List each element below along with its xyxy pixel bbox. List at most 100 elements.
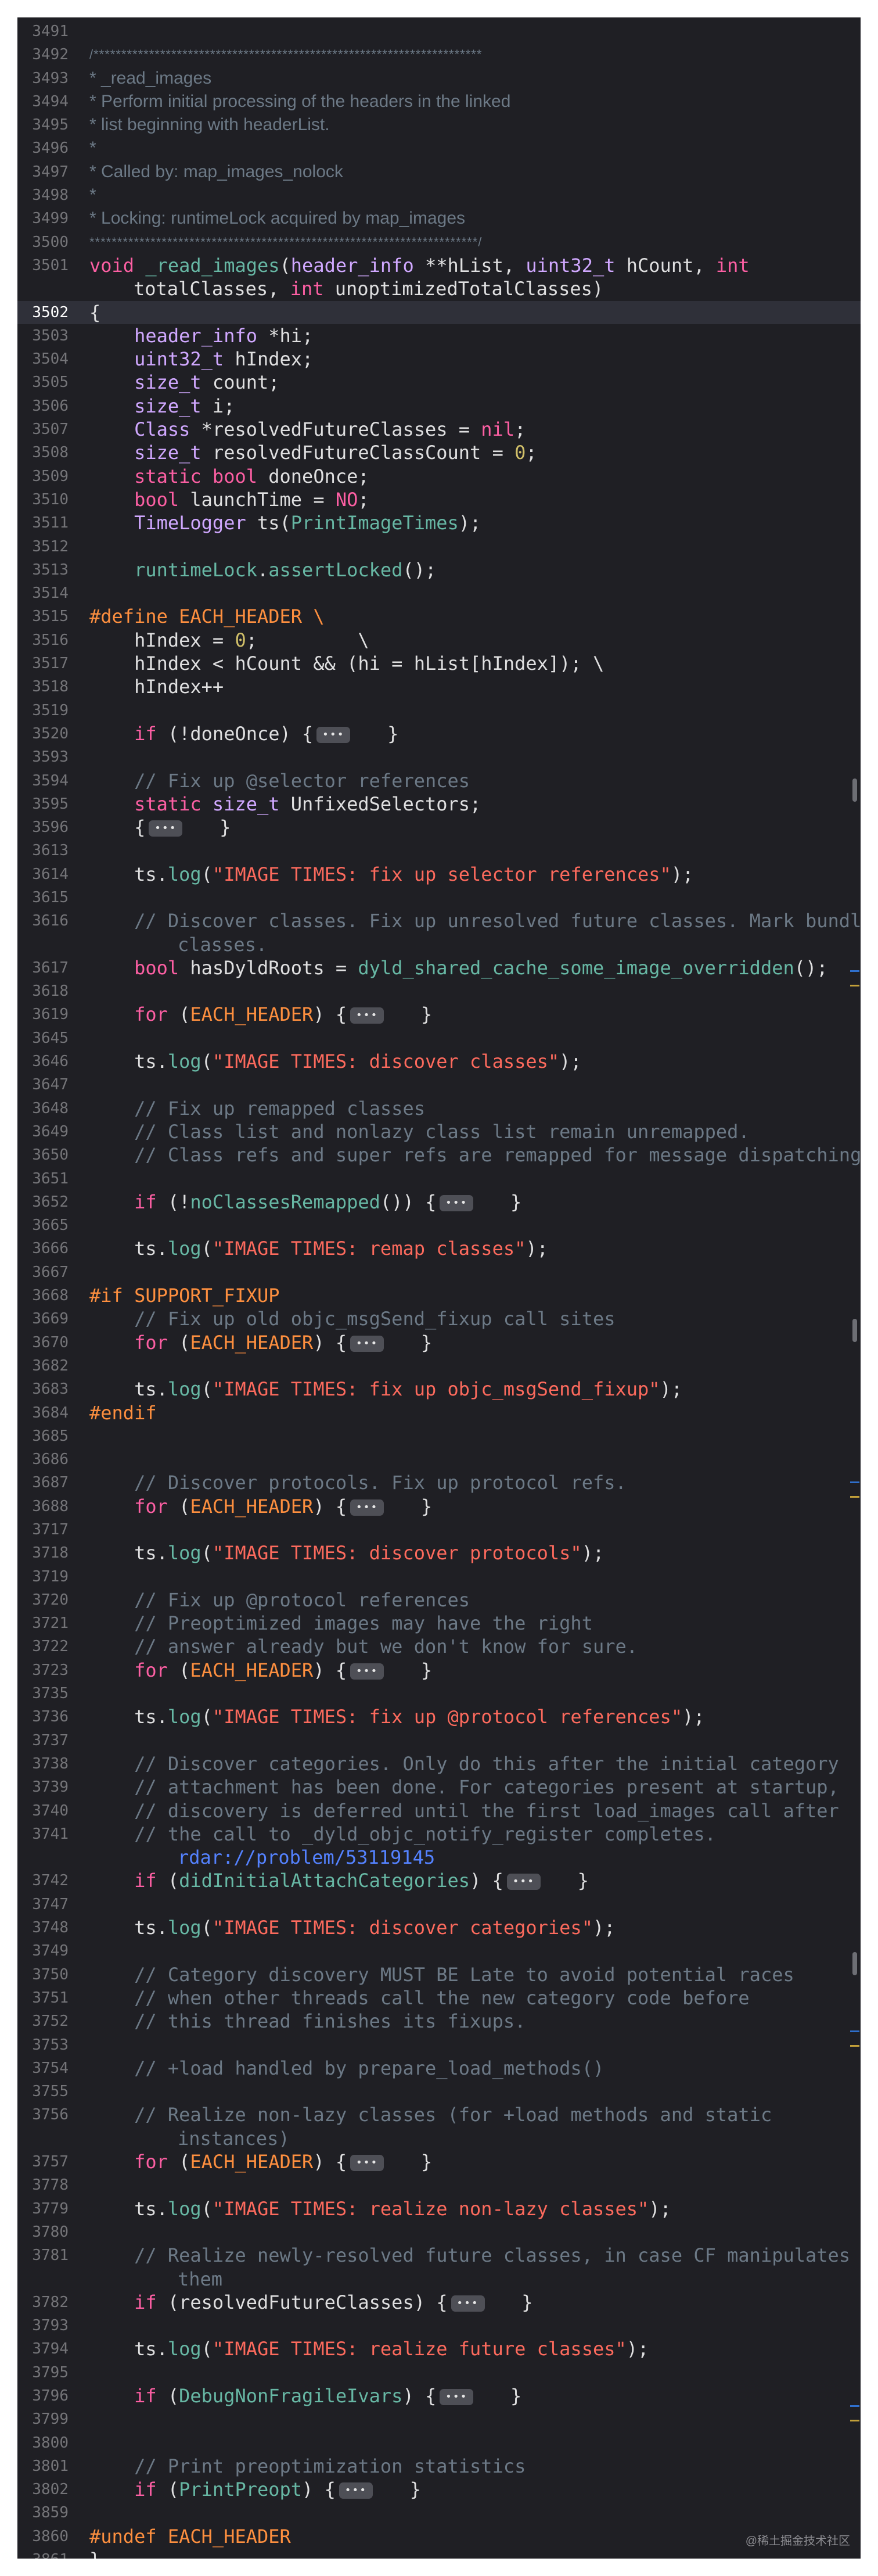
code-line[interactable]: 3719: [17, 1565, 861, 1588]
code-line[interactable]: 3619 for (EACH_HEADER) {••• }: [17, 1003, 861, 1026]
code-fold-button[interactable]: •••: [350, 2155, 384, 2172]
code-line[interactable]: 3494 * Perform initial processing of the …: [17, 90, 861, 113]
code-line[interactable]: 3741 // the call to _dyld_objc_notify_re…: [17, 1822, 861, 1846]
code-line[interactable]: 3752 // this thread finishes its fixups.: [17, 2010, 861, 2033]
code-line[interactable]: 3503 header_info *hi;: [17, 324, 861, 347]
code-fold-button[interactable]: •••: [440, 2388, 474, 2405]
code-line[interactable]: 3721 // Preoptimized images may have the…: [17, 1612, 861, 1635]
code-line[interactable]: 3740 // discovery is deferred until the …: [17, 1799, 861, 1822]
code-line[interactable]: classes.: [17, 933, 861, 956]
code-line[interactable]: 3499 * Locking: runtimeLock acquired by m…: [17, 207, 861, 230]
code-line[interactable]: 3509 static bool doneOnce;: [17, 465, 861, 488]
code-line[interactable]: 3616 // Discover classes. Fix up unresol…: [17, 909, 861, 932]
code-line[interactable]: 3517 hIndex < hCount && (hi = hList[hInd…: [17, 652, 861, 675]
code-line[interactable]: instances): [17, 2127, 861, 2150]
code-line[interactable]: 3751 // when other threads call the new …: [17, 1986, 861, 2010]
code-line[interactable]: rdar://problem/53119145: [17, 1846, 861, 1869]
code-line[interactable]: 3512: [17, 535, 861, 558]
code-line[interactable]: 3652 if (!noClassesRemapped()) {••• }: [17, 1190, 861, 1214]
code-line[interactable]: 3502 {: [17, 300, 861, 324]
code-line[interactable]: 3738 // Discover categories. Only do thi…: [17, 1752, 861, 1775]
code-line[interactable]: 3617 bool hasDyldRoots = dyld_shared_cac…: [17, 956, 861, 980]
code-line[interactable]: 3737: [17, 1729, 861, 1752]
code-fold-button[interactable]: •••: [440, 1194, 474, 1211]
code-line[interactable]: 3781 // Realize newly-resolved future cl…: [17, 2244, 861, 2267]
code-line[interactable]: 3665: [17, 1214, 861, 1237]
code-line[interactable]: 3511 TimeLogger ts(PrintImageTimes);: [17, 511, 861, 534]
code-line[interactable]: 3667: [17, 1261, 861, 1284]
code-line[interactable]: 3739 // attachment has been done. For ca…: [17, 1775, 861, 1799]
code-line[interactable]: 3669 // Fix up old objc_msgSend_fixup ca…: [17, 1307, 861, 1330]
code-line[interactable]: them: [17, 2268, 861, 2291]
code-line[interactable]: 3506 size_t i;: [17, 394, 861, 418]
code-line[interactable]: 3782 if (resolvedFutureClasses) {••• }: [17, 2291, 861, 2314]
code-line[interactable]: 3505 size_t count;: [17, 371, 861, 394]
code-line[interactable]: 3742 if (didInitialAttachCategories) {••…: [17, 1869, 861, 1892]
code-line[interactable]: 3508 size_t resolvedFutureClassCount = 0…: [17, 441, 861, 464]
code-fold-button[interactable]: •••: [350, 1007, 384, 1024]
code-line[interactable]: 3518 hIndex++: [17, 675, 861, 698]
code-line[interactable]: 3668 #if SUPPORT_FIXUP: [17, 1284, 861, 1307]
code-line[interactable]: 3670 for (EACH_HEADER) {••• }: [17, 1331, 861, 1354]
code-line[interactable]: 3666 ts.log("IMAGE TIMES: remap classes"…: [17, 1237, 861, 1260]
code-fold-button[interactable]: •••: [350, 1335, 384, 1352]
code-fold-button[interactable]: •••: [339, 2482, 373, 2499]
code-line[interactable]: 3755: [17, 2080, 861, 2103]
code-line[interactable]: 3793: [17, 2314, 861, 2337]
code-line[interactable]: 3596 {••• }: [17, 816, 861, 839]
code-line[interactable]: 3687 // Discover protocols. Fix up proto…: [17, 1471, 861, 1494]
code-line[interactable]: 3753: [17, 2033, 861, 2057]
code-line[interactable]: 3757 for (EACH_HEADER) {••• }: [17, 2150, 861, 2173]
code-line[interactable]: 3520 if (!doneOnce) {••• }: [17, 722, 861, 745]
code-line[interactable]: 3780: [17, 2220, 861, 2244]
code-line[interactable]: 3495 * list beginning with headerList.: [17, 113, 861, 137]
code-line[interactable]: 3860 #undef EACH_HEADER: [17, 2525, 861, 2548]
code-line[interactable]: 3645: [17, 1027, 861, 1050]
code-line[interactable]: 3736 ts.log("IMAGE TIMES: fix up @protoc…: [17, 1705, 861, 1728]
code-line[interactable]: 3722 // answer already but we don't know…: [17, 1635, 861, 1658]
code-line[interactable]: 3756 // Realize non-lazy classes (for +l…: [17, 2103, 861, 2126]
code-line[interactable]: 3778: [17, 2173, 861, 2197]
code-line[interactable]: 3498 *: [17, 184, 861, 207]
code-line[interactable]: 3800: [17, 2431, 861, 2455]
code-fold-button[interactable]: •••: [149, 820, 183, 837]
code-fold-button[interactable]: •••: [506, 1874, 541, 1890]
code-line[interactable]: 3519: [17, 699, 861, 722]
code-line[interactable]: 3683 ts.log("IMAGE TIMES: fix up objc_ms…: [17, 1377, 861, 1401]
code-line[interactable]: 3510 bool launchTime = NO;: [17, 488, 861, 511]
code-line[interactable]: 3794 ts.log("IMAGE TIMES: realize future…: [17, 2337, 861, 2360]
code-line[interactable]: 3618: [17, 980, 861, 1003]
code-line[interactable]: 3748 ts.log("IMAGE TIMES: discover categ…: [17, 1916, 861, 1939]
code-line[interactable]: 3859: [17, 2501, 861, 2524]
code-line[interactable]: 3723 for (EACH_HEADER) {••• }: [17, 1659, 861, 1682]
code-line[interactable]: 3799: [17, 2408, 861, 2431]
code-line[interactable]: 3802 if (PrintPreopt) {••• }: [17, 2478, 861, 2501]
code-line[interactable]: 3515 #define EACH_HEADER \: [17, 605, 861, 628]
code-line[interactable]: 3718 ts.log("IMAGE TIMES: discover proto…: [17, 1541, 861, 1565]
code-line[interactable]: 3648 // Fix up remapped classes: [17, 1097, 861, 1120]
code-line[interactable]: 3801 // Print preoptimization statistics: [17, 2455, 861, 2478]
code-line[interactable]: 3514: [17, 582, 861, 605]
code-line[interactable]: totalClasses, int unoptimizedTotalClasse…: [17, 277, 861, 300]
code-line[interactable]: 3651: [17, 1167, 861, 1190]
code-line[interactable]: 3646 ts.log("IMAGE TIMES: discover class…: [17, 1050, 861, 1073]
code-line[interactable]: 3688 for (EACH_HEADER) {••• }: [17, 1495, 861, 1518]
code-line[interactable]: 3795: [17, 2361, 861, 2384]
code-line[interactable]: 3747: [17, 1893, 861, 1916]
code-fold-button[interactable]: •••: [350, 1499, 384, 1516]
code-line[interactable]: 3647: [17, 1073, 861, 1096]
code-line[interactable]: 3649 // Class list and nonlazy class lis…: [17, 1120, 861, 1143]
code-line[interactable]: 3500 ************************************…: [17, 231, 861, 254]
code-fold-button[interactable]: •••: [451, 2295, 485, 2312]
code-line[interactable]: 3493 * _read_images: [17, 67, 861, 90]
code-line[interactable]: 3615: [17, 886, 861, 909]
code-line[interactable]: 3497 * Called by: map_images_nolock: [17, 160, 861, 184]
code-line[interactable]: 3613: [17, 839, 861, 862]
code-line[interactable]: 3595 static size_t UnfixedSelectors;: [17, 792, 861, 816]
code-line[interactable]: 3796 if (DebugNonFragileIvars) {••• }: [17, 2384, 861, 2408]
code-line[interactable]: 3614 ts.log("IMAGE TIMES: fix up selecto…: [17, 863, 861, 886]
code-line[interactable]: 3501 void _read_images(header_info **hLis…: [17, 254, 861, 277]
code-line[interactable]: 3861}: [17, 2548, 861, 2559]
code-line[interactable]: 3593: [17, 745, 861, 769]
code-line[interactable]: 3513 runtimeLock.assertLocked();: [17, 558, 861, 582]
